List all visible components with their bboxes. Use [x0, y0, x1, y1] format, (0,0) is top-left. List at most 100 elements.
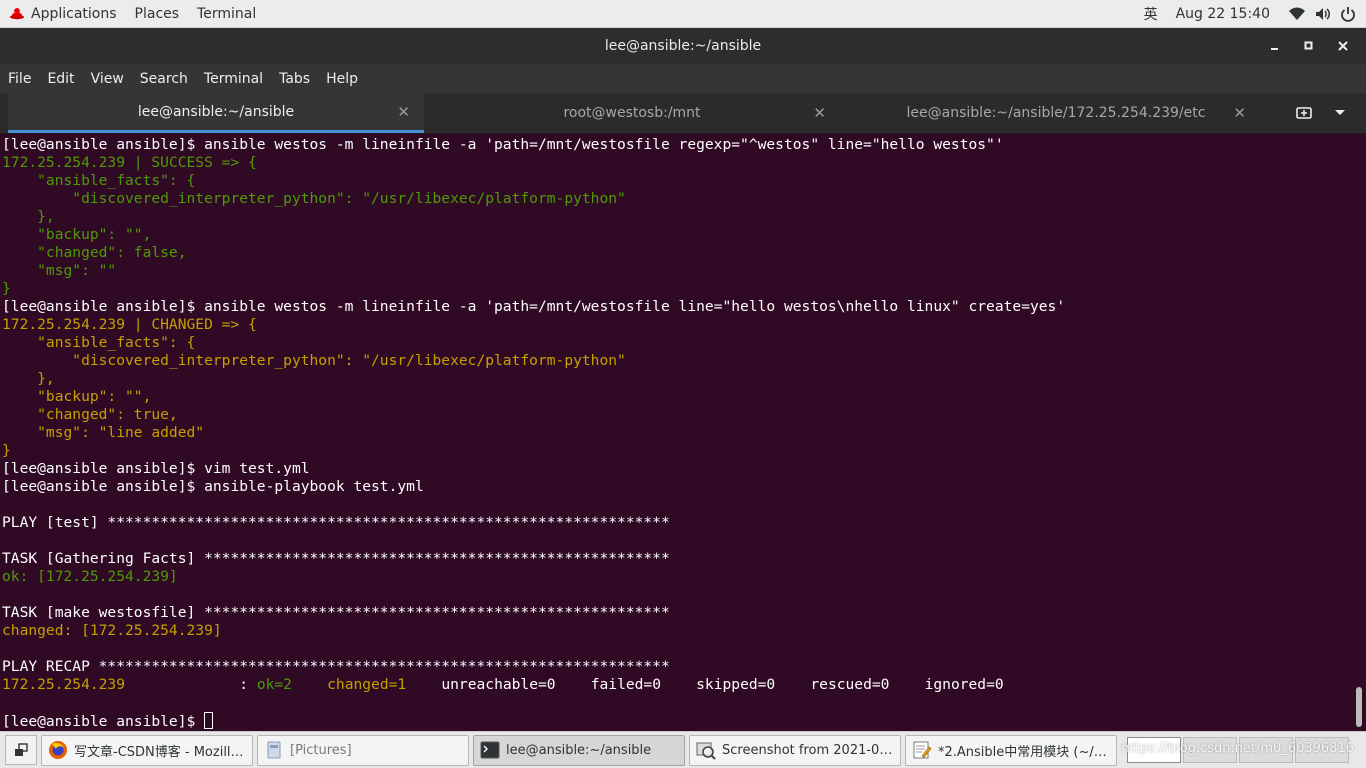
- tab-close-icon[interactable]: ✕: [1233, 104, 1246, 122]
- task-firefox[interactable]: 写文章-CSDN博客 - Mozilla...: [41, 734, 253, 766]
- terminal-line: "backup": "",: [2, 226, 1356, 244]
- tab-lee-ansible[interactable]: lee@ansible:~/ansible ✕: [8, 93, 424, 133]
- window-title: lee@ansible:~/ansible: [604, 38, 762, 54]
- terminal-text: PLAY RECAP *****************************…: [2, 658, 670, 675]
- scrollbar-thumb[interactable]: [1356, 687, 1362, 727]
- menu-search[interactable]: Search: [132, 64, 196, 93]
- volume-icon: [1316, 7, 1330, 20]
- menu-file[interactable]: File: [0, 64, 39, 93]
- terminal-text: },: [2, 370, 55, 387]
- terminal-output[interactable]: [lee@ansible ansible]$ ansible westos -m…: [0, 134, 1356, 731]
- terminal-text: [lee@ansible ansible]$: [2, 713, 205, 730]
- terminal-text: "changed": true,: [2, 406, 178, 423]
- terminal-line: "discovered_interpreter_python": "/usr/l…: [2, 190, 1356, 208]
- tab-close-icon[interactable]: ✕: [397, 103, 410, 121]
- terminal-text: [lee@ansible ansible]$ vim test.yml: [2, 460, 310, 477]
- terminal-line: "msg": "line added": [2, 424, 1356, 442]
- input-method-indicator[interactable]: 英: [1135, 0, 1167, 28]
- close-button[interactable]: [1326, 28, 1360, 64]
- task-file-manager[interactable]: [Pictures]: [257, 734, 469, 766]
- task-text-editor[interactable]: *2.Ansible中常用模块 (~/D...: [905, 734, 1117, 766]
- terminal-line: TASK [Gathering Facts] *****************…: [2, 550, 1356, 568]
- terminal-line: "ansible_facts": {: [2, 172, 1356, 190]
- menu-view[interactable]: View: [83, 64, 132, 93]
- terminal-line: [lee@ansible ansible]$ ansible westos -m…: [2, 136, 1356, 154]
- task-label: *2.Ansible中常用模块 (~/D...: [938, 744, 1110, 760]
- menu-help[interactable]: Help: [318, 64, 366, 93]
- applications-label: Applications: [31, 5, 117, 22]
- terminal-line: "changed": false,: [2, 244, 1356, 262]
- terminal-line: TASK [make westosfile] *****************…: [2, 604, 1356, 622]
- minimize-button[interactable]: [1258, 28, 1292, 64]
- terminal-text: "msg": "": [2, 262, 117, 279]
- terminal-line: }: [2, 442, 1356, 460]
- menu-tabs[interactable]: Tabs: [271, 64, 318, 93]
- tab-bar: lee@ansible:~/ansible ✕ root@westosb:/mn…: [0, 93, 1366, 134]
- terminal-app-menu[interactable]: Terminal: [188, 0, 265, 28]
- terminal-text: }: [2, 442, 11, 459]
- terminal-text: [lee@ansible ansible]$ ansible-playbook …: [2, 478, 424, 495]
- tab-root-westosb[interactable]: root@westosb:/mnt ✕: [424, 93, 840, 133]
- terminal-line: [lee@ansible ansible]$ vim test.yml: [2, 460, 1356, 478]
- terminal-text: },: [2, 208, 55, 225]
- maximize-icon: [1304, 41, 1313, 50]
- terminal-text: "msg": "line added": [2, 424, 205, 441]
- tab-label: root@westosb:/mnt: [563, 105, 701, 121]
- terminal-text: TASK [make westosfile] *****************…: [2, 604, 670, 621]
- terminal-text: 172.25.254.239: [2, 676, 126, 693]
- redhat-icon: [10, 7, 24, 19]
- tab-label: lee@ansible:~/ansible: [137, 103, 295, 120]
- terminal-line: "ansible_facts": {: [2, 334, 1356, 352]
- terminal-line: 172.25.254.239 | CHANGED => {: [2, 316, 1356, 334]
- new-tab-button[interactable]: [1286, 93, 1322, 133]
- terminal-text: ok: [172.25.254.239]: [2, 568, 178, 585]
- maximize-button[interactable]: [1292, 28, 1326, 64]
- terminal-text: "ansible_facts": {: [2, 334, 196, 351]
- menu-bar: File Edit View Search Terminal Tabs Help: [0, 64, 1366, 93]
- terminal-text: }: [2, 280, 11, 297]
- task-terminal[interactable]: lee@ansible:~/ansible: [473, 734, 685, 766]
- task-image-viewer[interactable]: Screenshot from 2021-08...: [689, 734, 901, 766]
- terminal-text: ok=2: [256, 676, 292, 693]
- file-manager-icon: [264, 740, 284, 760]
- terminal-line: },: [2, 208, 1356, 226]
- terminal-text: changed: [172.25.254.239]: [2, 622, 222, 639]
- terminal-line: changed: [172.25.254.239]: [2, 622, 1356, 640]
- tab-close-icon[interactable]: ✕: [813, 104, 826, 122]
- terminal-text: "ansible_facts": {: [2, 172, 196, 189]
- task-label: lee@ansible:~/ansible: [506, 742, 652, 758]
- system-status-menu[interactable]: [1284, 0, 1360, 28]
- terminal-line: "msg": "": [2, 262, 1356, 280]
- terminal-line: ok: [172.25.254.239]: [2, 568, 1356, 586]
- terminal-text: 172.25.254.239 | CHANGED => {: [2, 316, 257, 333]
- terminal-icon: [480, 740, 500, 760]
- image-viewer-icon: [696, 740, 716, 760]
- terminal-text: TASK [Gathering Facts] *****************…: [2, 550, 670, 567]
- terminal-text: PLAY [test] ****************************…: [2, 514, 670, 531]
- menu-edit[interactable]: Edit: [39, 64, 82, 93]
- terminal-line: PLAY [test] ****************************…: [2, 514, 1356, 532]
- terminal-scrollbar[interactable]: [1356, 134, 1366, 731]
- clock[interactable]: Aug 22 15:40: [1167, 0, 1284, 28]
- menu-terminal[interactable]: Terminal: [196, 64, 271, 93]
- terminal-line: },: [2, 370, 1356, 388]
- tab-lee-ansible-etc[interactable]: lee@ansible:~/ansible/172.25.254.239/etc…: [840, 93, 1272, 133]
- window-titlebar[interactable]: lee@ansible:~/ansible: [0, 28, 1366, 64]
- terminal-cursor: [204, 712, 214, 729]
- show-desktop-button[interactable]: [5, 735, 37, 765]
- task-label: 写文章-CSDN博客 - Mozilla...: [74, 744, 246, 760]
- terminal-text: :: [125, 676, 257, 693]
- terminal-line: [lee@ansible ansible]$ ansible-playbook …: [2, 478, 1356, 496]
- terminal-line: [lee@ansible ansible]$: [2, 712, 1356, 730]
- places-menu[interactable]: Places: [126, 0, 189, 28]
- tab-menu-button[interactable]: [1322, 93, 1358, 133]
- terminal-text: changed=1: [327, 676, 407, 693]
- wifi-icon: [1289, 7, 1305, 20]
- terminal-text: "discovered_interpreter_python": "/usr/l…: [2, 352, 626, 369]
- applications-menu[interactable]: Applications: [0, 0, 126, 28]
- terminal-text: [lee@ansible ansible]$ ansible westos -m…: [2, 298, 1066, 315]
